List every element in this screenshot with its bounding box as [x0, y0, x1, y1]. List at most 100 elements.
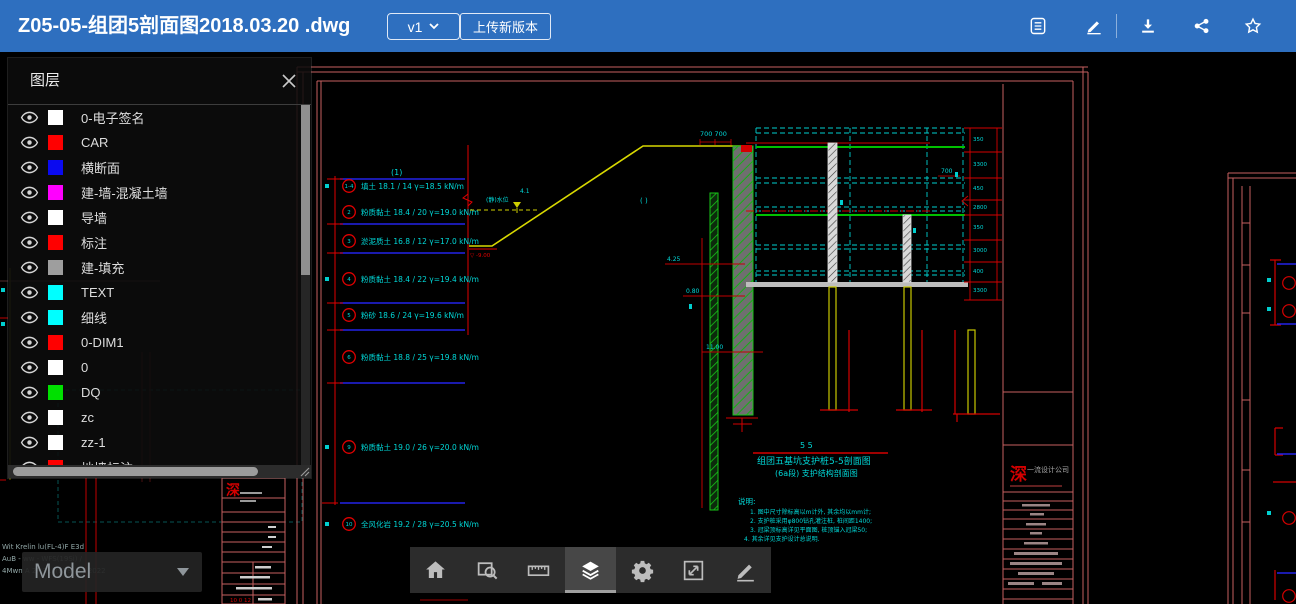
home-icon — [423, 558, 448, 583]
svg-text:粉质黏土 18.8 / 25 γ=19.8 kN: 粉质黏土 18.8 / 25 γ=19.8 kN/m — [361, 352, 479, 362]
layer-row[interactable]: 建-填充 — [8, 255, 311, 280]
toolbar-zoom-window-button[interactable] — [462, 547, 514, 593]
download-icon[interactable] — [1138, 16, 1158, 36]
pen-icon — [733, 558, 758, 583]
upload-new-version-button[interactable]: 上传新版本 — [460, 13, 551, 40]
section-title: 5 5 组团五基坑支护桩5-5剖面图 (6a段) 支护结构剖面图 — [753, 441, 888, 478]
layer-row[interactable]: zz-1 — [8, 430, 311, 455]
layer-name: zz-1 — [81, 435, 106, 450]
layer-name: 地墙标注 — [81, 458, 133, 465]
toolbar-annotate-button[interactable] — [719, 547, 771, 593]
svg-text:说明:: 说明: — [738, 496, 756, 506]
layer-color-swatch — [48, 110, 63, 125]
svg-text:( ): ( ) — [640, 197, 648, 205]
layer-color-swatch — [48, 210, 63, 225]
visibility-eye-icon[interactable] — [20, 261, 39, 274]
share-icon[interactable] — [1192, 16, 1212, 36]
layers-panel: 图层 0-电子签名 CAR 横断面 建-墙-混凝土墙 导墙 — [8, 58, 311, 478]
svg-text:一流设计公司: 一流设计公司 — [1027, 465, 1069, 474]
layer-color-swatch — [48, 310, 63, 325]
svg-text:粉质黏土 18.4 / 20 γ=19.0 kN: 粉质黏土 18.4 / 20 γ=19.0 kN/m — [361, 207, 479, 217]
vertical-scrollbar[interactable] — [301, 105, 310, 465]
favorite-star-icon[interactable] — [1243, 16, 1263, 36]
horizontal-scrollbar-thumb[interactable] — [13, 467, 258, 476]
version-label: v1 — [408, 19, 423, 35]
close-icon[interactable] — [281, 73, 297, 89]
svg-text:3: 3 — [347, 239, 351, 245]
layer-name: CAR — [81, 135, 108, 150]
visibility-eye-icon[interactable] — [20, 361, 39, 374]
panel-resize-handle[interactable] — [298, 465, 311, 478]
visibility-eye-icon[interactable] — [20, 286, 39, 299]
document-info-icon[interactable] — [1028, 16, 1048, 36]
zoom-window-icon — [475, 558, 500, 583]
svg-text:10: 10 — [346, 522, 353, 528]
svg-text:4.1: 4.1 — [520, 188, 530, 195]
gear-icon — [630, 558, 655, 583]
svg-text:350: 350 — [973, 137, 984, 143]
svg-text:▽ -9.00: ▽ -9.00 — [470, 253, 491, 259]
layer-row[interactable]: DQ — [8, 380, 311, 405]
general-notes: 说明: 1. 图中尺寸除标高以m计外, 其余均以mm计; 2. 支护桩采用φ80… — [738, 496, 872, 543]
visibility-eye-icon[interactable] — [20, 436, 39, 449]
layer-color-swatch — [48, 360, 63, 375]
annotate-pen-icon[interactable] — [1084, 16, 1104, 36]
toolbar-home-button[interactable] — [410, 547, 462, 593]
horizontal-scrollbar[interactable] — [8, 465, 311, 478]
layer-row[interactable]: 导墙 — [8, 205, 311, 230]
layer-row[interactable]: 0 — [8, 355, 311, 380]
visibility-eye-icon[interactable] — [20, 236, 39, 249]
svg-text:(静)水位: (静)水位 — [486, 196, 509, 204]
visibility-eye-icon[interactable] — [20, 136, 39, 149]
toolbar-measure-button[interactable] — [513, 547, 565, 593]
layer-name: 标注 — [81, 233, 107, 252]
layer-row[interactable]: 建-墙-混凝土墙 — [8, 180, 311, 205]
title-bar: Z05-05-组团5剖面图2018.03.20 .dwg v1 上传新版本 — [0, 0, 1296, 52]
layer-row[interactable]: 横断面 — [8, 155, 311, 180]
layer-row[interactable]: CAR — [8, 130, 311, 155]
svg-text:组团五基坑支护桩5-5剖面图: 组团五基坑支护桩5-5剖面图 — [757, 455, 871, 467]
svg-text:10 0 12: 10 0 12 — [230, 598, 251, 604]
model-selector[interactable]: Model — [22, 552, 202, 592]
visibility-eye-icon[interactable] — [20, 336, 39, 349]
svg-text:6: 6 — [347, 355, 351, 361]
visibility-eye-icon[interactable] — [20, 411, 39, 424]
visibility-eye-icon[interactable] — [20, 111, 39, 124]
layer-row[interactable]: TEXT — [8, 280, 311, 305]
svg-text:(6a段) 支护结构剖面图: (6a段) 支护结构剖面图 — [775, 468, 858, 478]
svg-text:1-4: 1-4 — [345, 184, 354, 190]
svg-text:Wit Krelin lu(FL-4)F E3d: Wit Krelin lu(FL-4)F E3d — [2, 543, 84, 551]
visibility-eye-icon[interactable] — [20, 211, 39, 224]
layer-row[interactable]: 细线 — [8, 305, 311, 330]
toolbar-fullscreen-button[interactable] — [668, 547, 720, 593]
svg-text:填土 18.1 / 14 γ=18.5: 填土 18.1 / 14 γ=18.5 kN/m — [361, 181, 464, 191]
svg-text:3300: 3300 — [973, 288, 987, 294]
layer-row[interactable]: 地墙标注 — [8, 455, 311, 465]
svg-text:5: 5 — [347, 313, 351, 319]
layer-name: DQ — [81, 385, 101, 400]
svg-text:2: 2 — [347, 210, 351, 216]
toolbar-settings-button[interactable] — [616, 547, 668, 593]
layer-row[interactable]: zc — [8, 405, 311, 430]
layer-row[interactable]: 0-DIM1 — [8, 330, 311, 355]
layer-row[interactable]: 标注 — [8, 230, 311, 255]
vertical-scrollbar-thumb[interactable] — [301, 105, 310, 275]
layer-name: 建-墙-混凝土墙 — [81, 183, 168, 202]
toolbar-layers-button[interactable] — [565, 547, 617, 593]
company-stamp: 深 — [1010, 464, 1027, 485]
layer-row[interactable]: 0-电子签名 — [8, 105, 311, 130]
visibility-eye-icon[interactable] — [20, 386, 39, 399]
layers-icon — [578, 558, 603, 583]
visibility-eye-icon[interactable] — [20, 186, 39, 199]
svg-text:400: 400 — [973, 269, 984, 275]
layers-panel-title: 图层 — [30, 58, 60, 104]
visibility-eye-icon[interactable] — [20, 161, 39, 174]
svg-text:700 700: 700 700 — [700, 130, 727, 138]
layer-name: 建-填充 — [81, 258, 124, 277]
layer-name: 细线 — [81, 308, 107, 327]
version-dropdown[interactable]: v1 — [387, 13, 460, 40]
title-block: 深 一流设计公司 — [1003, 392, 1073, 599]
dropdown-caret-icon — [177, 568, 189, 576]
visibility-eye-icon[interactable] — [20, 311, 39, 324]
viewer-toolbar — [410, 547, 771, 593]
